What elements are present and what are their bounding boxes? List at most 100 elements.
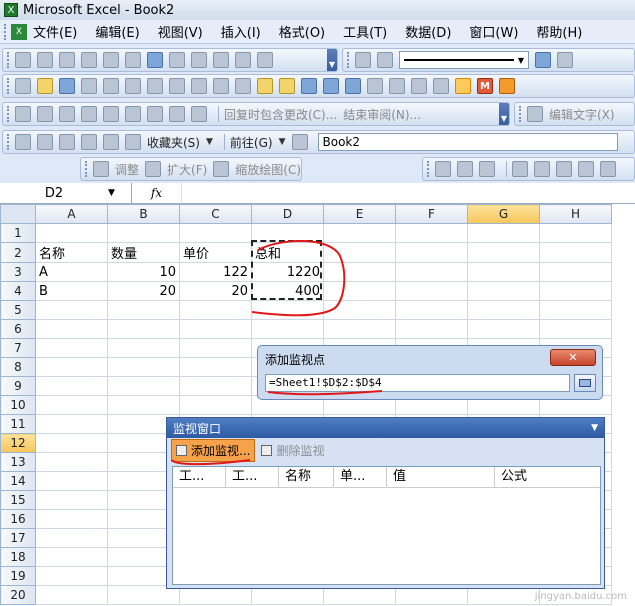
pen-color-icon[interactable] [535,52,551,68]
cell-a4[interactable]: B [35,281,108,301]
tool-icon[interactable] [257,52,273,68]
cell[interactable] [35,414,108,434]
row-header[interactable]: 18 [0,547,36,567]
scale-drawing-button[interactable]: 缩放绘图(C) [235,161,301,178]
add-watch-button[interactable]: 添加监视... [171,438,256,462]
column-header[interactable]: B [107,204,180,224]
format-painter-icon[interactable] [279,78,295,94]
cell[interactable] [35,300,108,320]
toolbar-grip[interactable] [427,161,430,177]
chevron-down-icon[interactable]: ▼ [591,423,598,433]
row-header[interactable]: 15 [0,490,36,510]
row-header[interactable]: 17 [0,528,36,548]
column-header[interactable]: C [179,204,252,224]
column-header-name[interactable]: 名称 [279,467,334,487]
cell[interactable] [467,223,540,243]
cell[interactable] [35,223,108,243]
cell[interactable] [107,319,180,339]
chevron-down-icon[interactable]: ▼ [108,188,115,198]
cell[interactable] [323,281,396,301]
cell-c2[interactable]: 单价 [179,242,252,263]
collapse-dialog-button[interactable] [574,374,596,392]
cell[interactable] [395,319,468,339]
macro-icon[interactable]: M [477,78,493,94]
toolbar-options-chevron[interactable]: ▼ [499,103,509,125]
row-header[interactable]: 11 [0,414,36,434]
review-icon[interactable] [103,106,119,122]
cell[interactable] [107,300,180,320]
tool-icon[interactable] [169,52,185,68]
tool-icon[interactable] [103,52,119,68]
cell[interactable] [395,223,468,243]
stop-icon[interactable] [59,134,75,150]
cell-d4[interactable]: 400 [251,281,324,301]
tool-icon[interactable] [191,52,207,68]
row-header[interactable]: 16 [0,509,36,529]
toolbar-grip[interactable] [347,52,350,68]
chevron-down-icon[interactable]: ▼ [279,137,286,147]
cell[interactable] [35,547,108,567]
zoom-in-icon[interactable] [145,161,162,177]
cell[interactable] [395,281,468,301]
menu-grip[interactable] [4,23,7,40]
cell[interactable] [539,319,612,339]
cell[interactable] [35,357,108,377]
row-header[interactable]: 5 [0,300,36,320]
delete-watch-button[interactable]: 删除监视 [261,442,324,459]
shape-icon[interactable] [578,161,594,177]
open-icon[interactable] [37,78,53,94]
row-header[interactable]: 1 [0,223,36,243]
chart-wizard-icon[interactable] [433,78,449,94]
cell[interactable] [323,300,396,320]
cell[interactable] [323,319,396,339]
shape-icon[interactable] [435,161,451,177]
cell[interactable] [467,262,540,282]
autosum-icon[interactable] [367,78,383,94]
column-header[interactable]: F [395,204,468,224]
print-preview-icon[interactable] [147,78,163,94]
cell[interactable] [35,509,108,529]
cell[interactable] [467,319,540,339]
review-icon[interactable] [37,106,53,122]
cell[interactable] [323,262,396,282]
cell[interactable] [35,338,108,358]
review-icon[interactable] [59,106,75,122]
favorites-menu[interactable]: 收藏夹(S) [147,134,200,151]
toolbar-grip[interactable] [519,106,522,122]
adjust-button[interactable]: 调整 [115,161,139,178]
toolbar-grip[interactable] [7,78,10,94]
paste-icon[interactable] [257,78,273,94]
row-header[interactable]: 2 [0,242,36,263]
cell[interactable] [323,223,396,243]
cell[interactable] [107,223,180,243]
review-icon[interactable] [147,106,163,122]
refresh-icon[interactable] [81,134,97,150]
column-header-active[interactable]: G [467,204,540,224]
cell[interactable] [35,452,108,472]
cell[interactable] [107,376,180,396]
menu-tools[interactable]: 工具(T) [343,22,387,41]
toolbar-grip[interactable] [7,134,10,150]
shape-icon[interactable] [479,161,495,177]
toolbar-grip[interactable] [7,106,10,122]
row-header[interactable]: 3 [0,262,36,282]
tool-icon[interactable] [81,52,97,68]
cell[interactable] [539,262,612,282]
cell[interactable] [251,223,324,243]
menu-view[interactable]: 视图(V) [158,22,203,41]
menu-edit[interactable]: 编辑(E) [95,22,139,41]
search-web-icon[interactable] [125,134,141,150]
row-header-active[interactable]: 12 [0,433,36,453]
cut-icon[interactable] [213,78,229,94]
save-icon[interactable] [59,78,75,94]
cell[interactable] [395,300,468,320]
cell[interactable] [179,395,252,415]
tool-icon[interactable] [37,52,53,68]
column-header-formula[interactable]: 公式 [495,467,600,487]
row-header[interactable]: 13 [0,452,36,472]
cell[interactable] [539,223,612,243]
review-icon[interactable] [191,106,207,122]
reference-input[interactable]: =Sheet1!$D$2:$D$4 [265,374,570,392]
goto-menu[interactable]: 前往(G) [230,134,273,151]
column-header[interactable]: E [323,204,396,224]
